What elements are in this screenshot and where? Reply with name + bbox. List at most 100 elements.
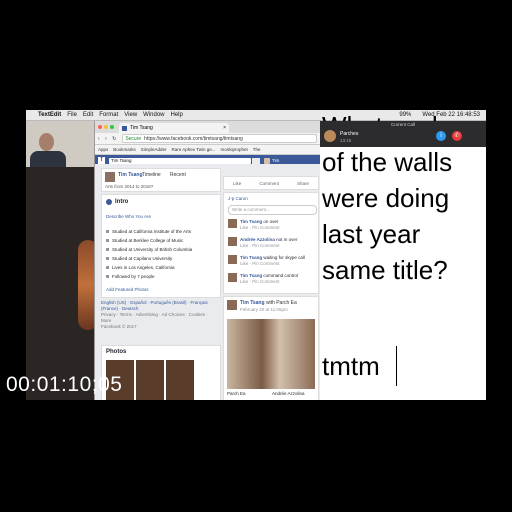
comment-meta[interactable]: Like · Pin Comment: [240, 225, 280, 230]
photo-thumbnail[interactable]: [166, 360, 194, 400]
comment-author-link[interactable]: J-p Caron: [228, 196, 248, 201]
menu-app-name[interactable]: TextEdit: [38, 112, 61, 118]
bookmark-the[interactable]: The: [253, 147, 261, 152]
bookmark-apps[interactable]: Apps: [98, 147, 108, 152]
photo-caption-right[interactable]: Andrée Azzolina: [272, 391, 305, 396]
user-avatar[interactable]: [264, 157, 270, 164]
timeline-dropdown[interactable]: Timeline: [142, 172, 161, 178]
profile-picture[interactable]: [105, 172, 115, 182]
intro-item-text[interactable]: Studied at California Institute of the A…: [112, 229, 191, 234]
comment-name[interactable]: Tim Tsang: [240, 273, 262, 278]
webcam-person-body: [30, 151, 66, 167]
photo-caption-left[interactable]: Parch Ea: [227, 391, 246, 396]
facebook-logo-icon[interactable]: f: [98, 157, 105, 164]
facebook-favicon-icon: [122, 125, 127, 131]
screen-recording: TextEdit File Edit Format View Window He…: [26, 110, 486, 400]
avatar[interactable]: [227, 300, 237, 310]
feed-post: Tim Tsang with Parch Ea February 20 at 1…: [223, 296, 319, 400]
minimize-window-icon[interactable]: [104, 125, 108, 129]
comment-item: Tim Tsang command control Like · Pin Comm…: [228, 273, 298, 284]
profile-name[interactable]: Tim Tsang: [118, 172, 143, 178]
language-footer: English (US) · Español · Português (Bras…: [101, 300, 219, 340]
menu-view[interactable]: View: [124, 112, 137, 118]
list-item: Studied at Capilano University: [106, 254, 192, 263]
url-field[interactable]: Secure https://www.facebook.com/timtsang…: [122, 134, 317, 143]
tab-title: Tim Tsang: [130, 125, 153, 131]
school-icon: [106, 257, 109, 260]
browser-tab-bar: Tim Tsang ×: [95, 121, 321, 133]
add-featured-photos-link[interactable]: Add Featured Photos: [106, 287, 149, 292]
avatar[interactable]: [228, 237, 237, 246]
post-date[interactable]: February 20 at 11:05pm: [240, 307, 288, 312]
menu-edit[interactable]: Edit: [83, 112, 93, 118]
comment-name[interactable]: Tim Tsang: [240, 219, 262, 224]
search-icon[interactable]: [252, 157, 260, 164]
comment-name[interactable]: Andrée Azzolina: [240, 237, 275, 242]
menu-file[interactable]: File: [67, 112, 77, 118]
share-button[interactable]: Share: [297, 181, 309, 186]
describe-link[interactable]: Describe Who You Are: [106, 214, 151, 219]
comment-button[interactable]: Comment: [259, 181, 279, 186]
facebook-search-input[interactable]: Tim Tsang: [109, 157, 251, 164]
comment-name[interactable]: Tim Tsang: [240, 255, 262, 260]
bookmark-aphex[interactable]: Rare Aphex Twin ge...: [172, 147, 216, 152]
comment-meta[interactable]: Like · Pin Comment: [240, 279, 280, 284]
menu-format[interactable]: Format: [99, 112, 118, 118]
list-item: Studied at California Institute of the A…: [106, 227, 192, 236]
intro-item-text[interactable]: Studied at University of British Columbi…: [112, 247, 192, 252]
comment-meta[interactable]: Like · Pin Comment: [240, 243, 280, 248]
like-button[interactable]: Like: [233, 181, 241, 186]
followers-icon: [106, 275, 109, 278]
bookmark-monkiprophet[interactable]: monkiprophet: [221, 147, 248, 152]
close-window-icon[interactable]: [98, 125, 102, 129]
post-photo[interactable]: [227, 319, 315, 389]
comment-text: waiting for skype call: [263, 255, 305, 260]
back-forward-reload-icon[interactable]: ‹ › ↻: [98, 136, 118, 142]
avatar[interactable]: [228, 273, 237, 282]
intro-item-text[interactable]: Followed by 7 people: [112, 274, 155, 279]
post-actions: Like Comment Share: [223, 176, 319, 190]
end-call-button[interactable]: ✆: [452, 131, 462, 141]
bookmark-bookmarks[interactable]: Bookmarks: [113, 147, 136, 152]
comment-input[interactable]: Write a comment...: [228, 205, 317, 215]
recent-dropdown[interactable]: Recent: [170, 172, 186, 178]
menu-help[interactable]: Help: [171, 112, 183, 118]
intro-item-text[interactable]: Studied at Capilano University: [112, 256, 172, 261]
post-with: with Parch Ea: [265, 300, 297, 306]
call-title: Current Call: [390, 122, 415, 127]
list-item: Studied at University of British Columbi…: [106, 245, 192, 254]
browser-window: Tim Tsang × ‹ › ↻ Secure https://www.fac…: [94, 121, 321, 400]
comment-text: not m over: [276, 237, 298, 242]
avatar[interactable]: [228, 219, 237, 228]
tab-close-icon[interactable]: ×: [223, 125, 226, 131]
bookmark-simpleadder[interactable]: SimpleAdder: [141, 147, 167, 152]
bookmarks-bar: Apps Bookmarks SimpleAdder Rare Aphex Tw…: [95, 145, 321, 155]
intro-item-text[interactable]: Studied at Berklee College of Music: [112, 238, 183, 243]
browser-tab[interactable]: Tim Tsang ×: [119, 123, 229, 133]
photo-thumbnail[interactable]: [136, 360, 164, 400]
window-controls: [98, 125, 114, 129]
language-links[interactable]: English (US) · Español · Português (Bras…: [101, 300, 219, 312]
call-duration: 13:15: [340, 138, 352, 143]
post-header: Tim Tsang with Parch Ea: [240, 300, 297, 306]
post-author[interactable]: Tim Tsang: [240, 300, 265, 306]
text-line: same title?: [322, 255, 448, 285]
call-info-button[interactable]: i: [436, 131, 446, 141]
textedit-document[interactable]: What each of the walls were doing last y…: [320, 111, 486, 400]
text-caret: [396, 346, 397, 386]
caller-avatar: [324, 130, 336, 142]
avatar[interactable]: [228, 255, 237, 264]
menu-window[interactable]: Window: [143, 112, 164, 118]
comment-meta[interactable]: Like · Pin Comment: [240, 261, 280, 266]
comment-text: on over: [263, 219, 279, 224]
profile-arts-line: Arts from 2014 to 2018?: [105, 184, 154, 189]
text-line: last year: [322, 219, 421, 249]
comment-item: Tim Tsang waiting for skype call Like · P…: [228, 255, 305, 266]
intro-item-text[interactable]: Lives in Los Angeles, California: [112, 265, 175, 270]
footer-links[interactable]: Privacy · Terms · Advertising · Ad Choic…: [101, 312, 219, 324]
photos-title[interactable]: Photos: [106, 349, 126, 355]
caller-name: Parches: [340, 131, 359, 137]
user-name[interactable]: Tim: [272, 158, 279, 163]
list-item: Studied at Berklee College of Music: [106, 236, 192, 245]
zoom-window-icon[interactable]: [110, 125, 114, 129]
